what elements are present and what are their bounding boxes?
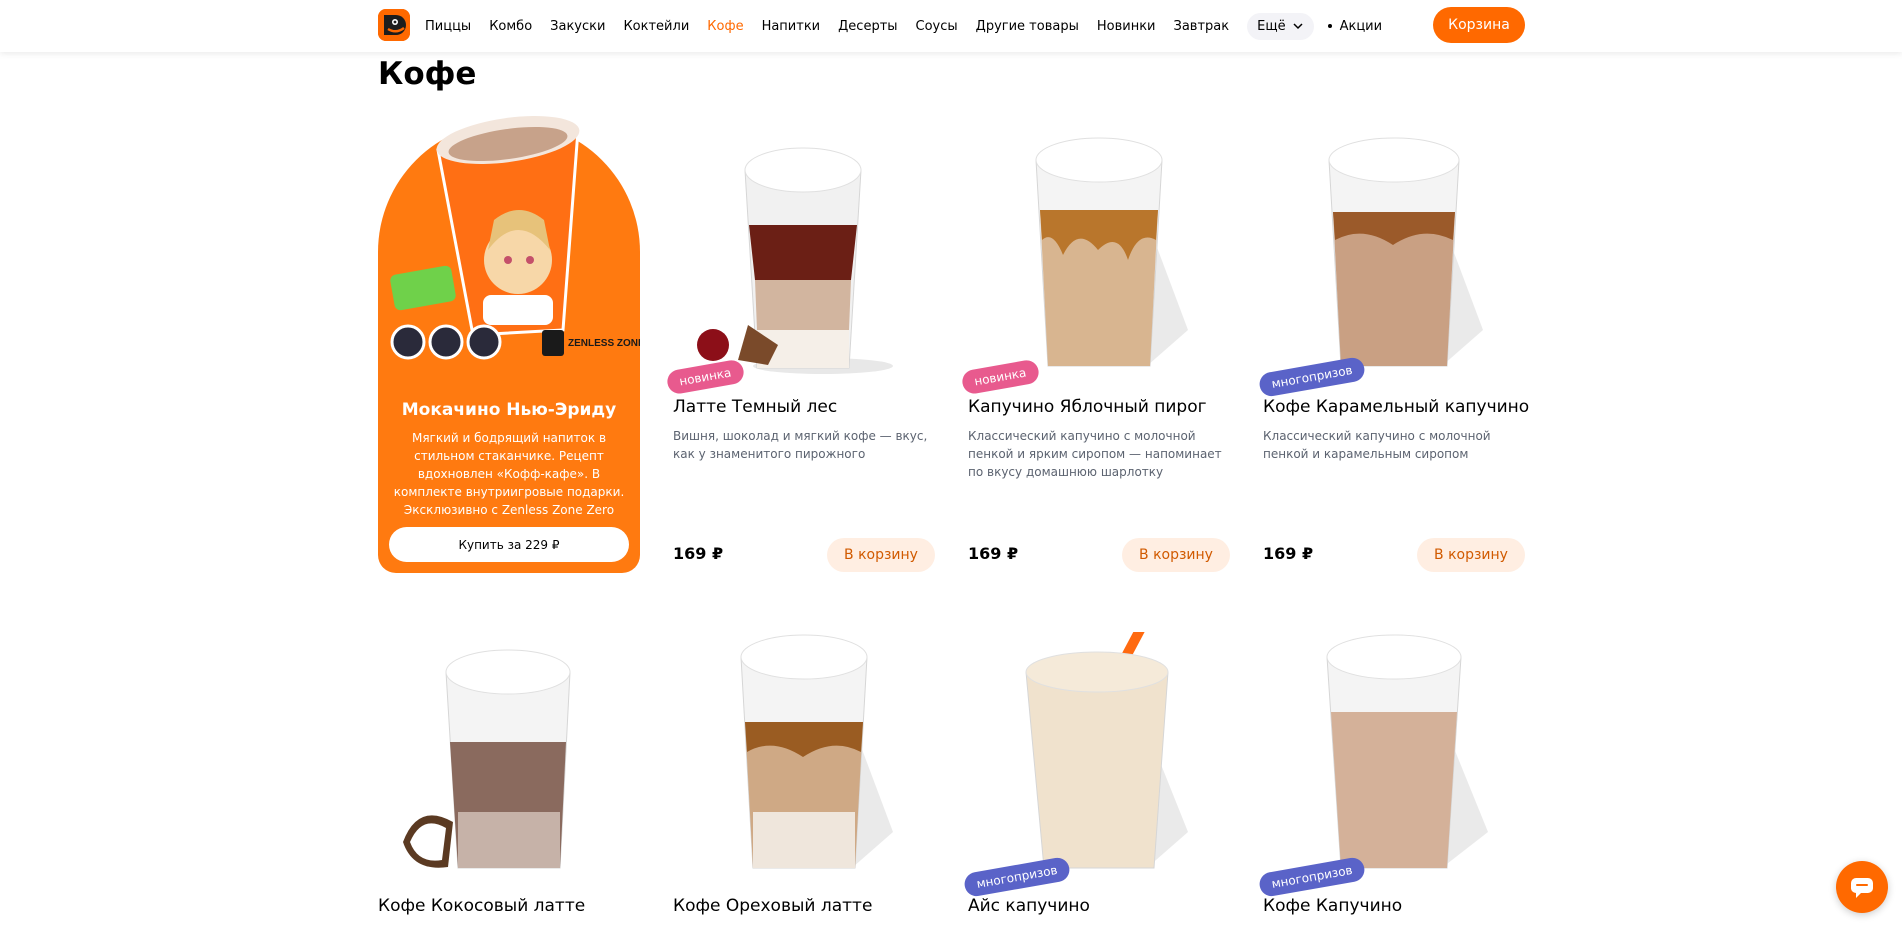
nav-item-breakfast[interactable]: Завтрак: [1174, 19, 1230, 34]
page-title: Кофе: [378, 56, 477, 92]
product-card[interactable]: многопризов Кофе Карамельный капучино Кл…: [1257, 130, 1529, 575]
more-label: Ещё: [1257, 18, 1286, 34]
promo-card[interactable]: ZENLESS ZONE ZERO Мокачино Нью-Эриду Мяг…: [378, 116, 640, 573]
logo[interactable]: [378, 9, 410, 41]
nav-item-other[interactable]: Другие товары: [976, 19, 1079, 34]
product-description: Классический капучино с молочной пенкой …: [1263, 429, 1491, 461]
promo-art-text: ZENLESS ZONE ZERO: [568, 338, 640, 349]
product-price: 169 ₽: [968, 544, 1019, 563]
nav-links: Пиццы Комбо Закуски Коктейли Кофе Напитк…: [425, 0, 1400, 52]
nav-item-snacks[interactable]: Закуски: [550, 19, 605, 34]
product-description: Классический капучино с молочной пенкой …: [968, 429, 1222, 479]
product-card[interactable]: Кофе Ореховый латте: [673, 632, 935, 925]
nav-item-combo[interactable]: Комбо: [489, 19, 532, 34]
nav-item-desserts[interactable]: Десерты: [838, 19, 897, 34]
product-description: Вишня, шоколад и мягкий кофе — вкус, как…: [673, 429, 928, 461]
product-image: [1328, 137, 1483, 367]
product-image: [1025, 632, 1188, 869]
promo-buy-button[interactable]: Купить за 229 ₽: [389, 527, 629, 562]
nav-item-drinks[interactable]: Напитки: [762, 19, 821, 34]
add-to-cart-button[interactable]: В корзину: [1122, 538, 1230, 572]
product-name[interactable]: Кофе Ореховый латте: [673, 896, 872, 916]
product-image: [1326, 634, 1488, 869]
product-name[interactable]: Кофе Кокосовый латте: [378, 896, 585, 916]
product-image: [740, 634, 893, 869]
promo-title: Мокачино Нью-Эриду: [401, 400, 617, 420]
chat-icon: [1851, 878, 1873, 898]
nav-item-new[interactable]: Новинки: [1097, 19, 1156, 34]
add-to-cart-button[interactable]: В корзину: [827, 538, 935, 572]
nav-item-cocktails[interactable]: Коктейли: [623, 19, 689, 34]
more-menu-button[interactable]: Ещё: [1247, 12, 1314, 40]
nav-item-coffee[interactable]: Кофе: [707, 19, 743, 34]
product-name[interactable]: Кофе Капучино: [1263, 896, 1402, 916]
product-price: 169 ₽: [673, 544, 724, 563]
product-price: 169 ₽: [1263, 544, 1314, 563]
product-name[interactable]: Латте Темный лес: [673, 397, 837, 417]
separator-dot: [1327, 24, 1332, 28]
promo-cup-illustration: ZENLESS ZONE ZERO: [390, 116, 640, 360]
product-card[interactable]: многопризов Кофе Капучино: [1257, 632, 1525, 925]
product-image: [403, 649, 571, 869]
chevron-down-icon: [1293, 23, 1303, 30]
product-image: [1035, 137, 1188, 367]
cart-button[interactable]: Корзина: [1433, 7, 1525, 43]
product-card[interactable]: многопризов Айс капучино: [962, 632, 1230, 925]
add-to-cart-button[interactable]: В корзину: [1417, 538, 1525, 572]
nav-item-promotions[interactable]: Акции: [1340, 19, 1383, 34]
product-image: [697, 147, 893, 374]
nav-item-sauces[interactable]: Соусы: [916, 19, 958, 34]
nav-item-pizza[interactable]: Пиццы: [425, 19, 471, 34]
product-card[interactable]: новинка Капучино Яблочный пирог Классиче…: [960, 130, 1230, 575]
promo-description: Мягкий и бодрящий напиток в стильном ста…: [393, 431, 625, 517]
product-name[interactable]: Айс капучино: [968, 896, 1090, 916]
product-name[interactable]: Капучино Яблочный пирог: [968, 397, 1207, 417]
product-name[interactable]: Кофе Карамельный капучино: [1263, 397, 1529, 417]
chat-button[interactable]: [1836, 861, 1888, 913]
product-card[interactable]: новинка Латте Темный лес Вишня, шоколад …: [665, 130, 935, 575]
top-navigation: Пиццы Комбо Закуски Коктейли Кофе Напитк…: [0, 0, 1902, 52]
product-card[interactable]: Кофе Кокосовый латте: [378, 632, 640, 925]
